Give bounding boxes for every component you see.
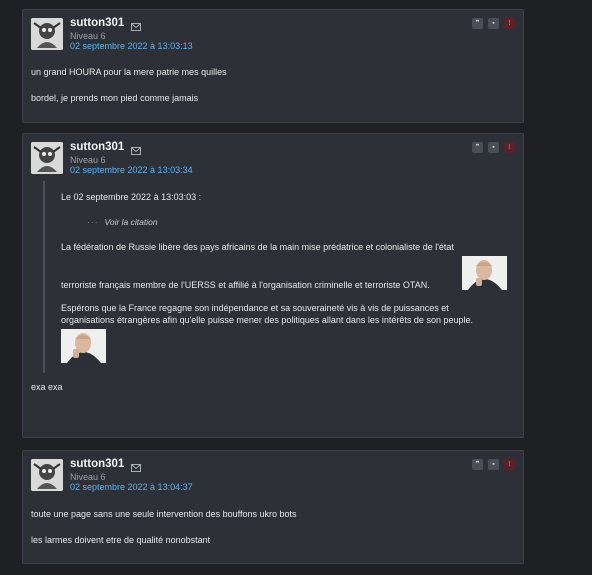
bookmark-button[interactable]: ▪: [488, 18, 499, 29]
quote-paragraph-cont: terroriste français membre de l'UERSS et…: [61, 280, 430, 290]
envelope-icon[interactable]: [131, 18, 141, 36]
post-header: sutton301 Niveau 6 02 septembre 2022 à 1…: [23, 10, 523, 54]
user-level: Niveau 6: [70, 31, 106, 41]
forum-post: sutton301 Niveau 6 02 septembre 2022 à 1…: [22, 133, 524, 438]
post-date-link[interactable]: 02 septembre 2022 à 13:03:13: [70, 41, 193, 51]
ellipsis-icon: ···: [87, 217, 99, 227]
envelope-icon[interactable]: [131, 459, 141, 477]
post-content: toute une page sans une seule interventi…: [23, 495, 523, 546]
post-actions: ❞ ▪ !: [472, 459, 515, 470]
see-quote-label: Voir la citation: [104, 217, 158, 227]
post-header: sutton301 Niveau 6 02 septembre 2022 à 1…: [23, 134, 523, 178]
post-date-link[interactable]: 02 septembre 2022 à 13:04:37: [70, 482, 193, 492]
user-level: Niveau 6: [70, 472, 106, 482]
author-name[interactable]: sutton301: [70, 141, 124, 153]
quote-paragraph: organisations étrangères afin qu'elle pu…: [61, 315, 473, 325]
quote-button[interactable]: ❞: [472, 142, 483, 153]
avatar[interactable]: [31, 18, 63, 50]
sticker-image[interactable]: [462, 256, 507, 290]
post-header: sutton301 Niveau 6 02 septembre 2022 à 1…: [23, 451, 523, 495]
report-button[interactable]: !: [504, 142, 515, 153]
quote-header: Le 02 septembre 2022 à 13:03:03 :: [61, 192, 202, 202]
post-actions: ❞ ▪ !: [472, 18, 515, 29]
avatar[interactable]: [31, 459, 63, 491]
bookmark-button[interactable]: ▪: [488, 142, 499, 153]
author-name[interactable]: sutton301: [70, 17, 124, 29]
quote-paragraph: Espérons que la France regagne son indép…: [61, 303, 449, 313]
report-button[interactable]: !: [504, 459, 515, 470]
forum-post: sutton301 Niveau 6 02 septembre 2022 à 1…: [22, 450, 524, 564]
envelope-icon[interactable]: [131, 142, 141, 160]
post-paragraph: toute une page sans une seule interventi…: [31, 509, 297, 519]
post-paragraph: exa exa: [31, 382, 63, 392]
quote-button[interactable]: ❞: [472, 18, 483, 29]
post-paragraph: bordel, je prends mon pied comme jamais: [31, 93, 199, 103]
report-button[interactable]: !: [504, 18, 515, 29]
forum-post: sutton301 Niveau 6 02 septembre 2022 à 1…: [22, 9, 524, 123]
author-name[interactable]: sutton301: [70, 458, 124, 470]
sticker-image[interactable]: [61, 329, 106, 363]
post-paragraph: un grand HOURA pour la mere patrie mes q…: [31, 67, 227, 77]
quote-button[interactable]: ❞: [472, 459, 483, 470]
blockquote: Le 02 septembre 2022 à 13:03:03 : ··· Vo…: [43, 181, 515, 373]
post-content: un grand HOURA pour la mere patrie mes q…: [23, 54, 523, 104]
user-level: Niveau 6: [70, 155, 106, 165]
post-date-link[interactable]: 02 septembre 2022 à 13:03:34: [70, 165, 193, 175]
quote-paragraph: La fédération de Russie libère des pays …: [61, 242, 454, 252]
post-actions: ❞ ▪ !: [472, 142, 515, 153]
post-paragraph: les larmes doivent etre de qualité nonob…: [31, 535, 211, 545]
post-content: Le 02 septembre 2022 à 13:03:03 : ··· Vo…: [23, 178, 523, 393]
see-quote-toggle[interactable]: ··· Voir la citation: [87, 216, 158, 228]
avatar[interactable]: [31, 142, 63, 174]
bookmark-button[interactable]: ▪: [488, 459, 499, 470]
